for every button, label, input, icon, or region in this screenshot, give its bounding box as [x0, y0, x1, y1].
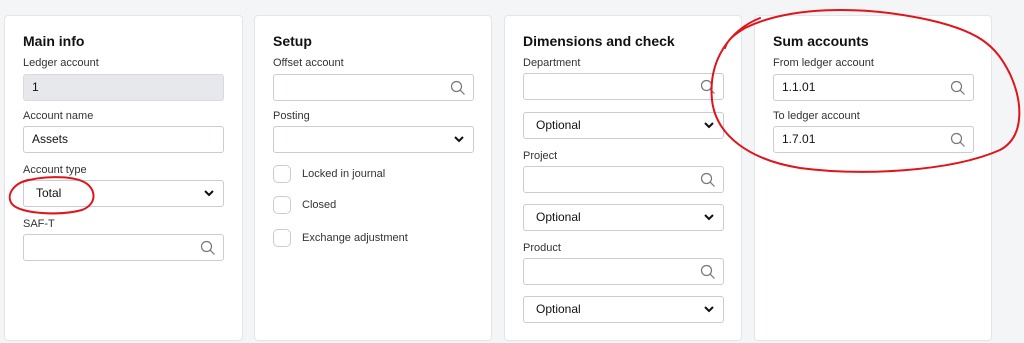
account-name-value: Assets — [32, 132, 69, 146]
product-label: Product — [523, 242, 561, 254]
department-check-value: Optional — [536, 118, 581, 132]
offset-account-input[interactable] — [273, 74, 474, 101]
product-input[interactable] — [523, 258, 724, 285]
department-label: Department — [523, 57, 581, 69]
product-check-select[interactable]: Optional — [523, 296, 724, 323]
setup-title: Setup — [273, 33, 312, 49]
checkbox-label: Locked in journal — [302, 168, 386, 180]
search-icon[interactable] — [950, 80, 966, 96]
dimensions-title: Dimensions and check — [523, 33, 675, 49]
account-type-label: Account type — [23, 164, 87, 176]
checkbox[interactable] — [273, 229, 291, 247]
search-icon[interactable] — [700, 79, 716, 95]
from-ledger-account-value: 1.1.01 — [782, 80, 816, 94]
closed-checkbox[interactable]: Closed — [273, 196, 473, 218]
project-check-select[interactable]: Optional — [523, 204, 724, 231]
project-label: Project — [523, 150, 558, 162]
chevron-down-icon — [454, 136, 464, 143]
department-input[interactable] — [523, 73, 724, 100]
saft-label: SAF-T — [23, 218, 55, 230]
department-check-select[interactable]: Optional — [523, 112, 724, 139]
ledger-account-label: Ledger account — [23, 57, 99, 69]
locked-in-journal-checkbox[interactable]: Locked in journal — [273, 165, 473, 187]
saft-input[interactable] — [23, 234, 224, 261]
ledger-account-field: 1 — [23, 74, 224, 101]
to-ledger-account-value: 1.7.01 — [782, 132, 816, 146]
account-name-label: Account name — [23, 110, 94, 122]
account-type-value: Total — [36, 186, 62, 200]
offset-account-label: Offset account — [273, 57, 344, 69]
search-icon[interactable] — [700, 172, 716, 188]
account-name-input[interactable]: Assets — [23, 126, 224, 153]
from-ledger-account-label: From ledger account — [773, 57, 874, 69]
checkbox-label: Exchange adjustment — [302, 232, 408, 244]
project-input[interactable] — [523, 166, 724, 193]
account-type-select[interactable]: Total — [23, 180, 224, 207]
main-info-card: Main info Ledger account 1 Account name … — [4, 15, 243, 341]
search-icon[interactable] — [950, 132, 966, 148]
chevron-down-icon — [704, 122, 714, 129]
sum-accounts-title: Sum accounts — [773, 33, 869, 49]
to-ledger-account-label: To ledger account — [773, 110, 860, 122]
search-icon[interactable] — [450, 80, 466, 96]
chevron-down-icon — [704, 214, 714, 221]
checkbox-label: Closed — [302, 199, 337, 211]
dimensions-card: Dimensions and check Department Optional… — [504, 15, 742, 341]
search-icon[interactable] — [200, 240, 216, 256]
checkbox[interactable] — [273, 165, 291, 183]
posting-label: Posting — [273, 110, 310, 122]
chevron-down-icon — [204, 190, 214, 197]
from-ledger-account-input[interactable]: 1.1.01 — [773, 74, 974, 101]
ledger-account-value: 1 — [32, 80, 39, 94]
sum-accounts-card: Sum accounts From ledger account 1.1.01 … — [754, 15, 992, 341]
checkbox[interactable] — [273, 196, 291, 214]
chevron-down-icon — [704, 306, 714, 313]
project-check-value: Optional — [536, 210, 581, 224]
to-ledger-account-input[interactable]: 1.7.01 — [773, 126, 974, 153]
product-check-value: Optional — [536, 302, 581, 316]
posting-select[interactable] — [273, 126, 474, 153]
exchange-adjustment-checkbox[interactable]: Exchange adjustment — [273, 229, 473, 251]
setup-card: Setup Offset account Posting Locked in j… — [254, 15, 492, 341]
search-icon[interactable] — [700, 264, 716, 280]
main-info-title: Main info — [23, 33, 85, 49]
